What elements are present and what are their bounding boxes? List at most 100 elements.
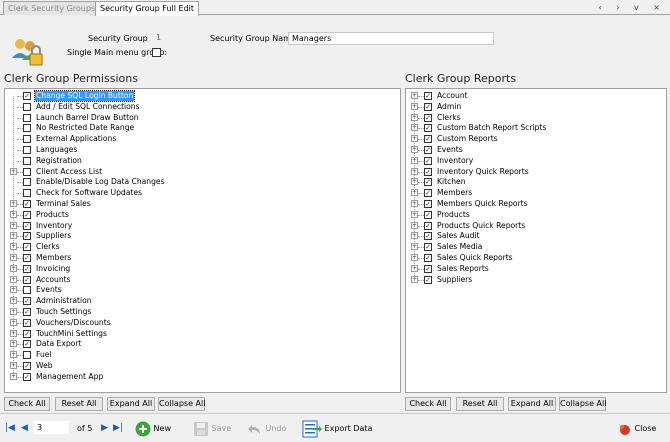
tree-item[interactable]: + Management App bbox=[5, 372, 400, 382]
permissions-collapse-all-button[interactable]: Collapse All bbox=[158, 397, 205, 411]
item-checkbox[interactable] bbox=[23, 351, 31, 360]
reports-expand-all-button[interactable]: Expand All bbox=[508, 397, 556, 411]
item-checkbox[interactable] bbox=[424, 156, 432, 165]
tree-item[interactable]: + Sales Reports bbox=[406, 264, 666, 274]
tree-item[interactable]: + Vouchers/Discounts bbox=[5, 318, 400, 328]
item-checkbox[interactable] bbox=[23, 210, 31, 219]
expand-icon[interactable]: + bbox=[411, 156, 418, 164]
last-record-icon[interactable]: ▶| bbox=[113, 423, 123, 433]
tree-item[interactable]: + Members bbox=[5, 253, 400, 263]
tree-item[interactable]: + Account bbox=[406, 91, 666, 101]
expand-icon[interactable]: + bbox=[411, 221, 418, 229]
expand-icon[interactable]: + bbox=[10, 167, 17, 175]
item-checkbox[interactable] bbox=[23, 221, 31, 230]
expand-icon[interactable]: + bbox=[10, 275, 17, 283]
expand-icon[interactable]: + bbox=[411, 200, 418, 207]
current-page-input[interactable]: 3 bbox=[33, 421, 69, 434]
tree-item[interactable]: + Suppliers bbox=[406, 275, 666, 285]
item-checkbox[interactable] bbox=[23, 297, 31, 306]
expand-icon[interactable]: + bbox=[411, 102, 418, 110]
item-checkbox[interactable] bbox=[23, 124, 31, 133]
expand-icon[interactable]: + bbox=[411, 135, 418, 143]
item-checkbox[interactable] bbox=[424, 124, 432, 133]
tree-item[interactable]: Registration bbox=[5, 156, 400, 166]
item-checkbox[interactable] bbox=[424, 178, 432, 187]
tree-item[interactable]: + Admin bbox=[406, 102, 666, 112]
item-checkbox[interactable] bbox=[424, 232, 432, 241]
expand-icon[interactable]: + bbox=[10, 362, 17, 369]
item-checkbox[interactable] bbox=[424, 264, 432, 273]
tree-item[interactable]: External Applications bbox=[5, 134, 400, 144]
save-button[interactable]: Save bbox=[193, 418, 231, 440]
expand-icon[interactable]: + bbox=[411, 92, 418, 99]
expand-icon[interactable]: + bbox=[411, 178, 418, 186]
tree-item[interactable]: + Events bbox=[406, 145, 666, 155]
expand-icon[interactable]: + bbox=[10, 318, 17, 326]
permissions-reset-all-button[interactable]: Reset All bbox=[55, 397, 103, 411]
item-checkbox[interactable] bbox=[23, 135, 31, 144]
tree-item[interactable]: + Web bbox=[5, 361, 400, 371]
expand-icon[interactable]: + bbox=[10, 232, 17, 240]
tree-item[interactable]: No Restricted Date Range bbox=[5, 123, 400, 133]
tree-item[interactable]: + Inventory Quick Reports bbox=[406, 167, 666, 177]
tree-item[interactable]: + Sales Audit bbox=[406, 231, 666, 241]
item-checkbox[interactable] bbox=[23, 178, 31, 187]
item-checkbox[interactable] bbox=[23, 318, 31, 327]
reports-reset-all-button[interactable]: Reset All bbox=[456, 397, 504, 411]
reports-tree[interactable]: + Account + Admin + Clerks + Custom Batch Repor… bbox=[405, 88, 667, 393]
item-checkbox[interactable] bbox=[23, 340, 31, 349]
tree-item[interactable]: + Terminal Sales bbox=[5, 199, 400, 209]
tree-item[interactable]: + Inventory bbox=[406, 156, 666, 166]
expand-icon[interactable]: + bbox=[411, 167, 418, 175]
expand-icon[interactable]: + bbox=[10, 286, 17, 294]
item-checkbox[interactable] bbox=[424, 135, 432, 144]
item-checkbox[interactable] bbox=[424, 210, 432, 219]
single-main-menu-checkbox[interactable] bbox=[152, 48, 161, 57]
expand-icon[interactable]: + bbox=[411, 275, 418, 283]
expand-icon[interactable]: + bbox=[10, 264, 17, 272]
item-checkbox[interactable] bbox=[23, 146, 31, 154]
tree-item[interactable]: + Touch Settings bbox=[5, 307, 400, 317]
window-controls[interactable]: ‹ › v × bbox=[599, 1, 666, 14]
close-button[interactable]: Close bbox=[618, 418, 656, 440]
tree-item[interactable]: + Invoicing bbox=[5, 264, 400, 274]
expand-icon[interactable]: + bbox=[411, 264, 418, 272]
undo-button[interactable]: Undo bbox=[247, 418, 286, 440]
tree-item[interactable]: + Client Access List bbox=[5, 167, 400, 177]
item-checkbox[interactable] bbox=[23, 189, 31, 198]
tree-item[interactable]: + Data Export bbox=[5, 339, 400, 349]
expand-icon[interactable]: + bbox=[411, 146, 418, 153]
item-checkbox[interactable] bbox=[424, 275, 432, 284]
tree-item[interactable]: + Clerks bbox=[406, 113, 666, 123]
tree-item[interactable]: + Products Quick Reports bbox=[406, 221, 666, 231]
expand-icon[interactable]: + bbox=[10, 372, 17, 380]
tree-item[interactable]: + Inventory bbox=[5, 221, 400, 231]
tree-item[interactable]: + Fuel bbox=[5, 350, 400, 360]
tree-item[interactable]: + Custom Reports bbox=[406, 134, 666, 144]
item-checkbox[interactable] bbox=[424, 243, 432, 252]
tree-item[interactable]: + Members Quick Reports bbox=[406, 199, 666, 209]
expand-icon[interactable]: + bbox=[411, 232, 418, 240]
tree-item[interactable]: + Suppliers bbox=[5, 231, 400, 241]
expand-icon[interactable]: + bbox=[411, 243, 418, 251]
tab-clerk-security-groups[interactable]: Clerk Security Groups bbox=[3, 1, 101, 15]
item-checkbox[interactable] bbox=[23, 264, 31, 273]
item-checkbox[interactable] bbox=[424, 167, 432, 176]
item-checkbox[interactable] bbox=[23, 167, 31, 176]
item-checkbox[interactable] bbox=[23, 372, 31, 381]
expand-icon[interactable]: + bbox=[10, 200, 17, 207]
export-data-button[interactable]: Export Data bbox=[302, 418, 372, 440]
tree-item[interactable]: + Kitchen bbox=[406, 177, 666, 187]
item-checkbox[interactable] bbox=[424, 92, 432, 100]
item-checkbox[interactable] bbox=[424, 254, 432, 262]
tree-item[interactable]: + Administration bbox=[5, 296, 400, 306]
security-group-name-input[interactable]: Managers bbox=[288, 32, 494, 45]
tree-item[interactable]: Enable/Disable Log Data Changes bbox=[5, 177, 400, 187]
tree-item[interactable]: + Events bbox=[5, 285, 400, 295]
expand-icon[interactable]: + bbox=[411, 113, 418, 121]
tab-security-group-full-edit[interactable]: Security Group Full Edit bbox=[95, 1, 200, 16]
tree-item[interactable]: Change SQL Login Button bbox=[5, 90, 400, 102]
item-checkbox[interactable] bbox=[424, 113, 432, 122]
expand-icon[interactable]: + bbox=[411, 124, 418, 132]
tree-item[interactable]: + Accounts bbox=[5, 275, 400, 285]
